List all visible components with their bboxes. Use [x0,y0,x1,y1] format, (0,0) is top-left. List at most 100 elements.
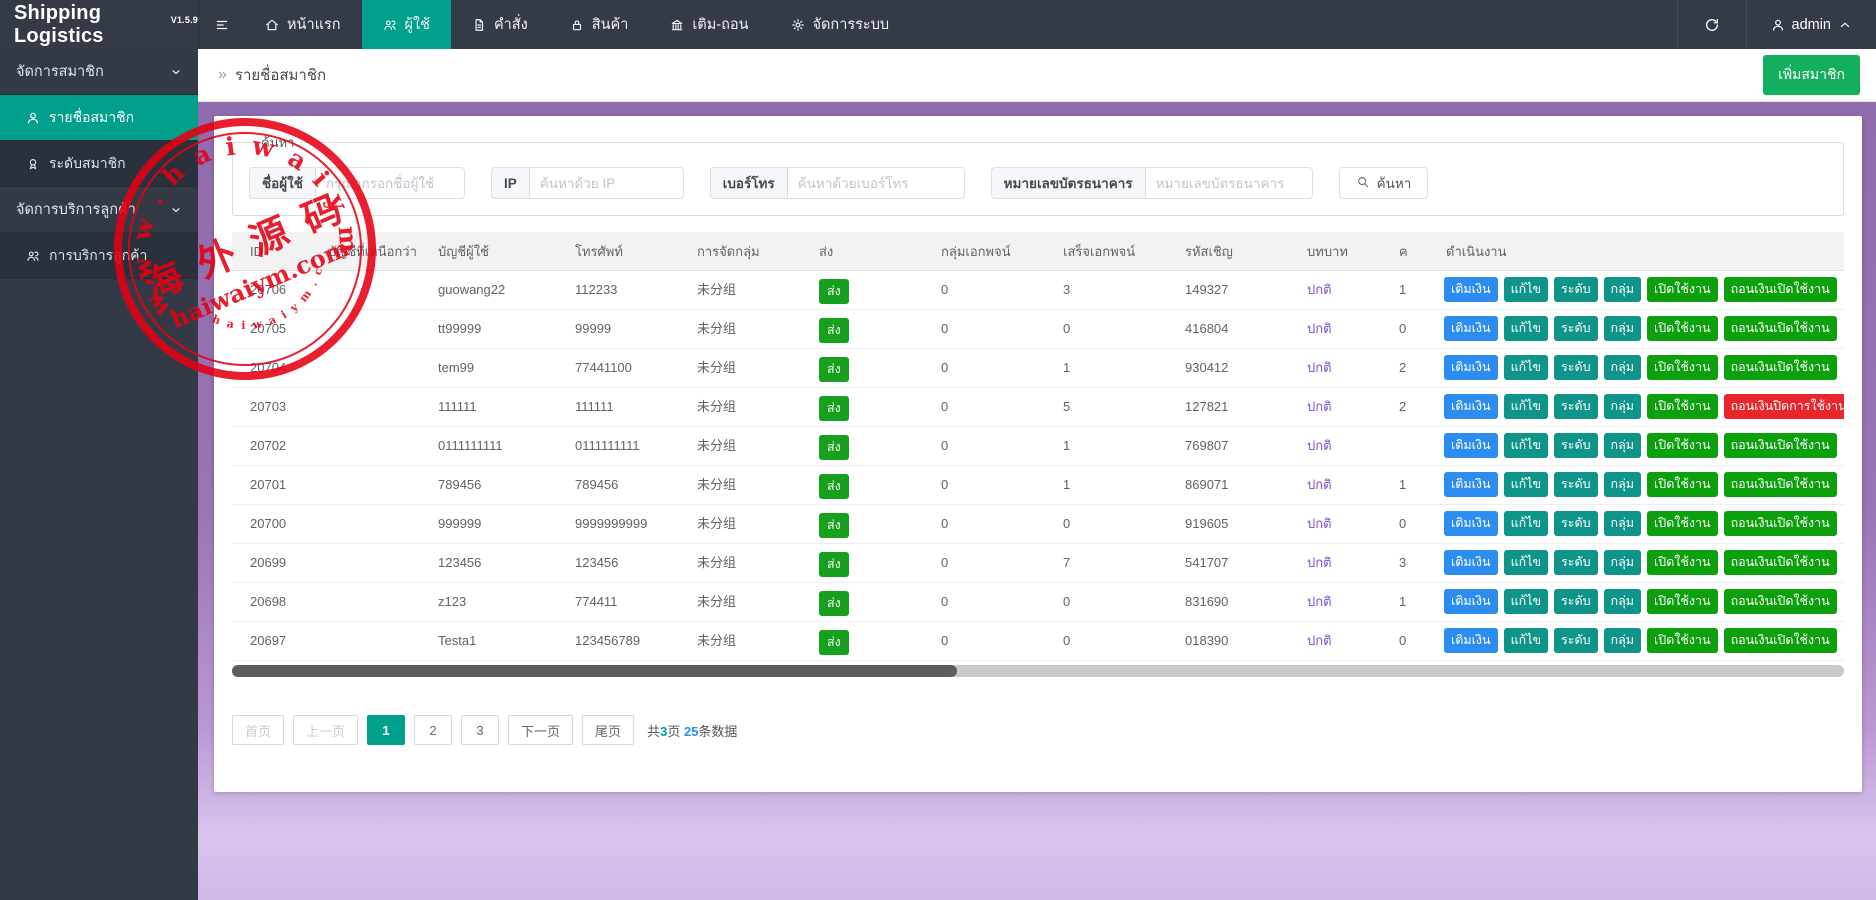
recharge-button[interactable]: เติมเงิน [1444,628,1498,653]
edit-button[interactable]: แก้ไข [1504,589,1548,614]
group-button[interactable]: กลุ่ม [1604,277,1641,302]
group-button[interactable]: กลุ่ม [1604,472,1641,497]
enable-button[interactable]: เปิดใช้งาน [1647,316,1718,341]
nav-item-gears[interactable]: จัดการระบบ [770,0,911,49]
level-button[interactable]: ระดับ [1554,589,1597,614]
role-link[interactable]: ปกติ [1307,477,1332,492]
page-button-3[interactable]: 3 [461,715,499,745]
role-link[interactable]: ปกติ [1307,321,1332,336]
edit-button[interactable]: แก้ไข [1504,628,1548,653]
level-button[interactable]: ระดับ [1554,316,1597,341]
enable-button[interactable]: เปิดใช้งาน [1647,628,1718,653]
enable-button[interactable]: เปิดใช้งาน [1647,394,1718,419]
send-badge[interactable]: ส่ง [819,552,849,577]
level-button[interactable]: ระดับ [1554,550,1597,575]
withdraw-toggle-button[interactable]: ถอนเงินเปิดใช้งาน [1724,433,1837,458]
ip-filter-input[interactable] [529,167,684,199]
page-button-2[interactable]: 2 [414,715,452,745]
add-member-button[interactable]: เพิ่มสมาชิก [1763,55,1860,95]
role-link[interactable]: ปกติ [1307,633,1332,648]
group-button[interactable]: กลุ่ม [1604,511,1641,536]
enable-button[interactable]: เปิดใช้งาน [1647,472,1718,497]
level-button[interactable]: ระดับ [1554,355,1597,380]
withdraw-toggle-button[interactable]: ถอนเงินเปิดใช้งาน [1724,511,1837,536]
edit-button[interactable]: แก้ไข [1504,355,1548,380]
user-menu[interactable]: admin [1746,0,1876,49]
send-badge[interactable]: ส่ง [819,591,849,616]
role-link[interactable]: ปกติ [1307,438,1332,453]
nav-item-file[interactable]: คำสั่ง [451,0,549,49]
role-link[interactable]: ปกติ [1307,399,1332,414]
enable-button[interactable]: เปิดใช้งาน [1647,589,1718,614]
send-badge[interactable]: ส่ง [819,630,849,655]
role-link[interactable]: ปกติ [1307,555,1332,570]
search-button[interactable]: ค้นหา [1339,167,1429,199]
sidebar-group-0[interactable]: จัดการสมาชิก [0,49,198,95]
level-button[interactable]: ระดับ [1554,472,1597,497]
send-badge[interactable]: ส่ง [819,513,849,538]
level-button[interactable]: ระดับ [1554,511,1597,536]
nav-item-bank[interactable]: เติม-ถอน [649,0,769,49]
withdraw-toggle-button[interactable]: ถอนเงินเปิดใช้งาน [1724,589,1837,614]
bankcard-filter-input[interactable] [1145,167,1313,199]
send-badge[interactable]: ส่ง [819,279,849,304]
role-link[interactable]: ปกติ [1307,360,1332,375]
group-button[interactable]: กลุ่ม [1604,433,1641,458]
recharge-button[interactable]: เติมเงิน [1444,511,1498,536]
enable-button[interactable]: เปิดใช้งาน [1647,511,1718,536]
role-link[interactable]: ปกติ [1307,594,1332,609]
refresh-button[interactable] [1677,0,1746,49]
level-button[interactable]: ระดับ [1554,433,1597,458]
recharge-button[interactable]: เติมเงิน [1444,433,1498,458]
withdraw-toggle-button[interactable]: ถอนเงินเปิดใช้งาน [1724,550,1837,575]
horizontal-scrollbar-thumb[interactable] [232,665,957,677]
edit-button[interactable]: แก้ไข [1504,472,1548,497]
role-link[interactable]: ปกติ [1307,516,1332,531]
nav-item-lock[interactable]: สินค้า [549,0,650,49]
level-button[interactable]: ระดับ [1554,628,1597,653]
group-button[interactable]: กลุ่ม [1604,628,1641,653]
group-button[interactable]: กลุ่ม [1604,355,1641,380]
sidebar-item[interactable]: ระดับสมาชิก [0,141,198,187]
recharge-button[interactable]: เติมเงิน [1444,355,1498,380]
edit-button[interactable]: แก้ไข [1504,433,1548,458]
nav-item-home[interactable]: หน้าแรก [244,0,362,49]
send-badge[interactable]: ส่ง [819,396,849,421]
recharge-button[interactable]: เติมเงิน [1444,394,1498,419]
enable-button[interactable]: เปิดใช้งาน [1647,355,1718,380]
level-button[interactable]: ระดับ [1554,277,1597,302]
page-button-上一页[interactable]: 上一页 [293,715,358,745]
role-link[interactable]: ปกติ [1307,282,1332,297]
recharge-button[interactable]: เติมเงิน [1444,277,1498,302]
recharge-button[interactable]: เติมเงิน [1444,550,1498,575]
recharge-button[interactable]: เติมเงิน [1444,316,1498,341]
withdraw-toggle-button[interactable]: ถอนเงินเปิดใช้งาน [1724,355,1837,380]
username-filter-input[interactable] [315,167,465,199]
level-button[interactable]: ระดับ [1554,394,1597,419]
edit-button[interactable]: แก้ไข [1504,316,1548,341]
withdraw-toggle-button[interactable]: ถอนเงินปิดการใช้งาน [1724,394,1844,419]
enable-button[interactable]: เปิดใช้งาน [1647,433,1718,458]
send-badge[interactable]: ส่ง [819,435,849,460]
edit-button[interactable]: แก้ไข [1504,511,1548,536]
nav-item-users[interactable]: ผู้ใช้ [362,0,451,49]
send-badge[interactable]: ส่ง [819,474,849,499]
withdraw-toggle-button[interactable]: ถอนเงินเปิดใช้งาน [1724,277,1837,302]
horizontal-scrollbar-track[interactable] [232,665,1844,677]
page-button-下一页[interactable]: 下一页 [508,715,573,745]
sidebar-item[interactable]: รายชื่อสมาชิก [0,95,198,141]
edit-button[interactable]: แก้ไข [1504,277,1548,302]
page-button-首页[interactable]: 首页 [232,715,284,745]
phone-filter-input[interactable] [787,167,965,199]
withdraw-toggle-button[interactable]: ถอนเงินเปิดใช้งาน [1724,316,1837,341]
page-button-1[interactable]: 1 [367,715,405,745]
group-button[interactable]: กลุ่ม [1604,550,1641,575]
group-button[interactable]: กลุ่ม [1604,316,1641,341]
enable-button[interactable]: เปิดใช้งาน [1647,550,1718,575]
withdraw-toggle-button[interactable]: ถอนเงินเปิดใช้งาน [1724,628,1837,653]
sidebar-group-1[interactable]: จัดการบริการลูกค้า [0,187,198,233]
enable-button[interactable]: เปิดใช้งาน [1647,277,1718,302]
recharge-button[interactable]: เติมเงิน [1444,589,1498,614]
group-button[interactable]: กลุ่ม [1604,394,1641,419]
sidebar-toggle-button[interactable] [198,0,244,49]
